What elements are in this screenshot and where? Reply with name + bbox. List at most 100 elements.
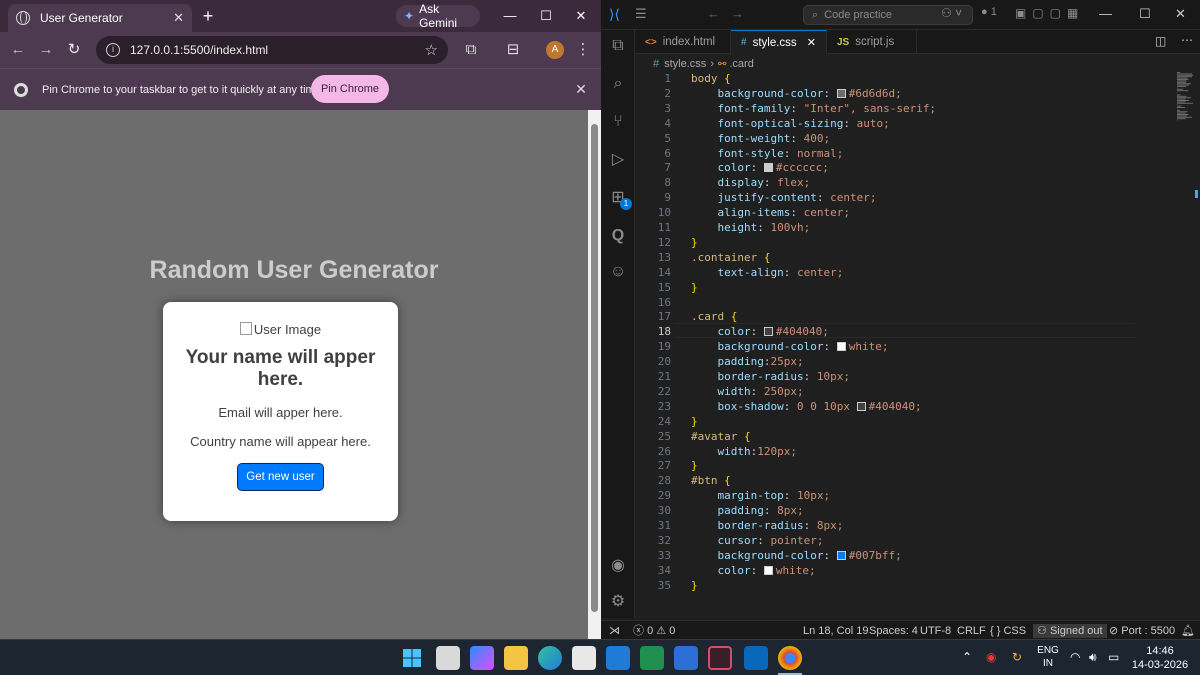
notifications-bell-icon[interactable]: 🔔︎ (1181, 624, 1195, 638)
code-line[interactable]: width:120px; (691, 445, 798, 460)
code-line[interactable]: body { (691, 72, 731, 87)
code-line[interactable]: color: white; (691, 564, 816, 579)
code-line[interactable]: } (691, 459, 698, 474)
store-icon[interactable] (572, 646, 596, 670)
tab-style-css[interactable]: # style.css ✕ (731, 30, 827, 54)
browser-tab[interactable]: User Generator ✕ (8, 4, 192, 32)
extensions-icon[interactable]: ⧉ (461, 40, 481, 60)
code-line[interactable]: } (691, 281, 698, 296)
close-window-icon[interactable]: ✕ (571, 6, 591, 26)
todo-icon[interactable] (674, 646, 698, 670)
code-line[interactable]: background-color: #007bff; (691, 549, 902, 564)
get-new-user-button[interactable]: Get new user (237, 463, 324, 491)
language-mode[interactable]: { } CSS (990, 624, 1026, 638)
remote-icon[interactable]: ⋊ (609, 624, 620, 638)
tab-index-html[interactable]: <> index.html (635, 30, 731, 54)
pin-chrome-button[interactable]: Pin Chrome (311, 75, 389, 103)
account-status[interactable]: ⚇ Signed out (1033, 624, 1107, 638)
line-ending[interactable]: CRLF (957, 624, 986, 638)
code-line[interactable]: box-shadow: 0 0 10px #404040; (691, 400, 922, 415)
banner-close-icon[interactable]: ✕ (572, 80, 590, 98)
cursor-position[interactable]: Ln 18, Col 19 (803, 624, 868, 638)
code-line[interactable]: .card { (691, 310, 737, 325)
copilot-chat-icon[interactable]: ☺ (608, 262, 628, 282)
code-line[interactable]: font-optical-sizing: auto; (691, 117, 890, 132)
scrollbar-thumb[interactable] (591, 124, 598, 612)
wifi-icon[interactable]: ◠ (1070, 650, 1080, 664)
run-debug-icon[interactable]: ▷ (608, 150, 628, 170)
code-line[interactable]: } (691, 236, 698, 251)
breadcrumb-file[interactable]: style.css (664, 58, 706, 70)
minimap[interactable] (1175, 72, 1195, 122)
battery-icon[interactable]: ▭ (1108, 650, 1119, 664)
profile-avatar[interactable]: A (546, 41, 564, 59)
layout-toggle-icons[interactable]: ▣▢▢▦ (1015, 6, 1084, 20)
forward-icon[interactable]: → (36, 40, 56, 60)
code-line[interactable]: } (691, 579, 698, 594)
code-line[interactable]: cursor: pointer; (691, 534, 824, 549)
search-icon[interactable]: ⌕ (608, 74, 628, 94)
tab-close-icon[interactable]: ✕ (807, 36, 816, 49)
forward-icon[interactable]: → (731, 6, 744, 21)
back-icon[interactable]: ← (8, 40, 28, 60)
reload-icon[interactable]: ↻ (64, 40, 84, 60)
ask-gemini-button[interactable]: ✦ Ask Gemini (396, 2, 480, 30)
encoding[interactable]: UTF-8 (920, 624, 951, 638)
editor-scrollbar[interactable] (1193, 72, 1200, 618)
ports-indicator[interactable]: ● 1 (981, 6, 997, 18)
task-view-icon[interactable] (436, 646, 460, 670)
source-control-icon[interactable]: ⑂ (608, 112, 628, 132)
extension-panel-icon[interactable]: Q (608, 226, 628, 246)
code-line[interactable]: } (691, 415, 698, 430)
code-line[interactable]: #avatar { (691, 430, 751, 445)
code-line[interactable]: background-color: #6d6d6d; (691, 87, 902, 102)
code-line[interactable]: .container { (691, 251, 770, 266)
bookmark-star-icon[interactable]: ☆ (425, 41, 438, 59)
indentation[interactable]: Spaces: 4 (869, 624, 918, 638)
code-line[interactable]: border-radius: 10px; (691, 370, 850, 385)
code-line[interactable]: border-radius: 8px; (691, 519, 844, 534)
file-explorer-icon[interactable] (504, 646, 528, 670)
code-line[interactable]: font-style: normal; (691, 147, 844, 162)
tab-script-js[interactable]: JS script.js (827, 30, 917, 54)
code-line[interactable]: color: #404040; (691, 325, 829, 340)
maximize-icon[interactable]: ☐ (536, 6, 556, 26)
tab-search-icon[interactable]: ⊟ (503, 40, 523, 60)
split-editor-icon[interactable]: ◫ (1155, 34, 1166, 48)
vscode-taskbar-icon[interactable] (744, 646, 768, 670)
chrome-taskbar-icon[interactable] (778, 646, 802, 670)
menu-kebab-icon[interactable]: ⋮ (573, 40, 593, 60)
code-line[interactable]: display: flex; (691, 176, 811, 191)
live-server-port[interactable]: ⊘ Port : 5500 (1109, 624, 1175, 638)
start-icon[interactable] (400, 646, 424, 670)
language-indicator[interactable]: ENG IN (1034, 644, 1062, 670)
minimize-icon[interactable]: — (500, 6, 520, 26)
copilot-app-icon[interactable] (470, 646, 494, 670)
code-line[interactable]: padding:25px; (691, 355, 804, 370)
site-info-icon[interactable]: i (106, 43, 120, 57)
edge-icon[interactable] (538, 646, 562, 670)
tray-app-icon[interactable]: ◉ (986, 650, 996, 664)
code-line[interactable]: align-items: center; (691, 206, 850, 221)
tray-update-icon[interactable]: ↻ (1012, 650, 1022, 664)
code-line[interactable]: font-family: "Inter", sans-serif; (691, 102, 937, 117)
new-tab-button[interactable]: + (198, 6, 218, 26)
code-line[interactable]: color: #cccccc; (691, 161, 829, 176)
maximize-icon[interactable]: ☐ (1139, 6, 1151, 22)
clock[interactable]: 14:46 14-03-2026 (1128, 644, 1192, 672)
code-line[interactable]: height: 100vh; (691, 221, 811, 236)
settings-gear-icon[interactable]: ⚙ (608, 592, 628, 612)
problems-indicator[interactable]: ⓧ 0 ⚠ 0 (633, 624, 675, 638)
more-actions-icon[interactable]: ⋯ (1181, 33, 1193, 47)
tab-close-icon[interactable]: ✕ (173, 10, 184, 26)
account-icon[interactable]: ◉ (608, 556, 628, 576)
volume-icon[interactable]: 🔊︎ (1089, 650, 1097, 665)
back-icon[interactable]: ← (707, 6, 720, 21)
snipping-app-icon[interactable] (708, 646, 732, 670)
breadcrumb-symbol[interactable]: .card (729, 58, 753, 70)
code-line[interactable]: margin-top: 10px; (691, 489, 831, 504)
menu-hamburger-icon[interactable]: ☰ (635, 6, 647, 22)
minimize-icon[interactable]: — (1099, 6, 1112, 21)
close-window-icon[interactable]: ✕ (1175, 6, 1186, 22)
code-line[interactable]: background-color: white; (691, 340, 889, 355)
